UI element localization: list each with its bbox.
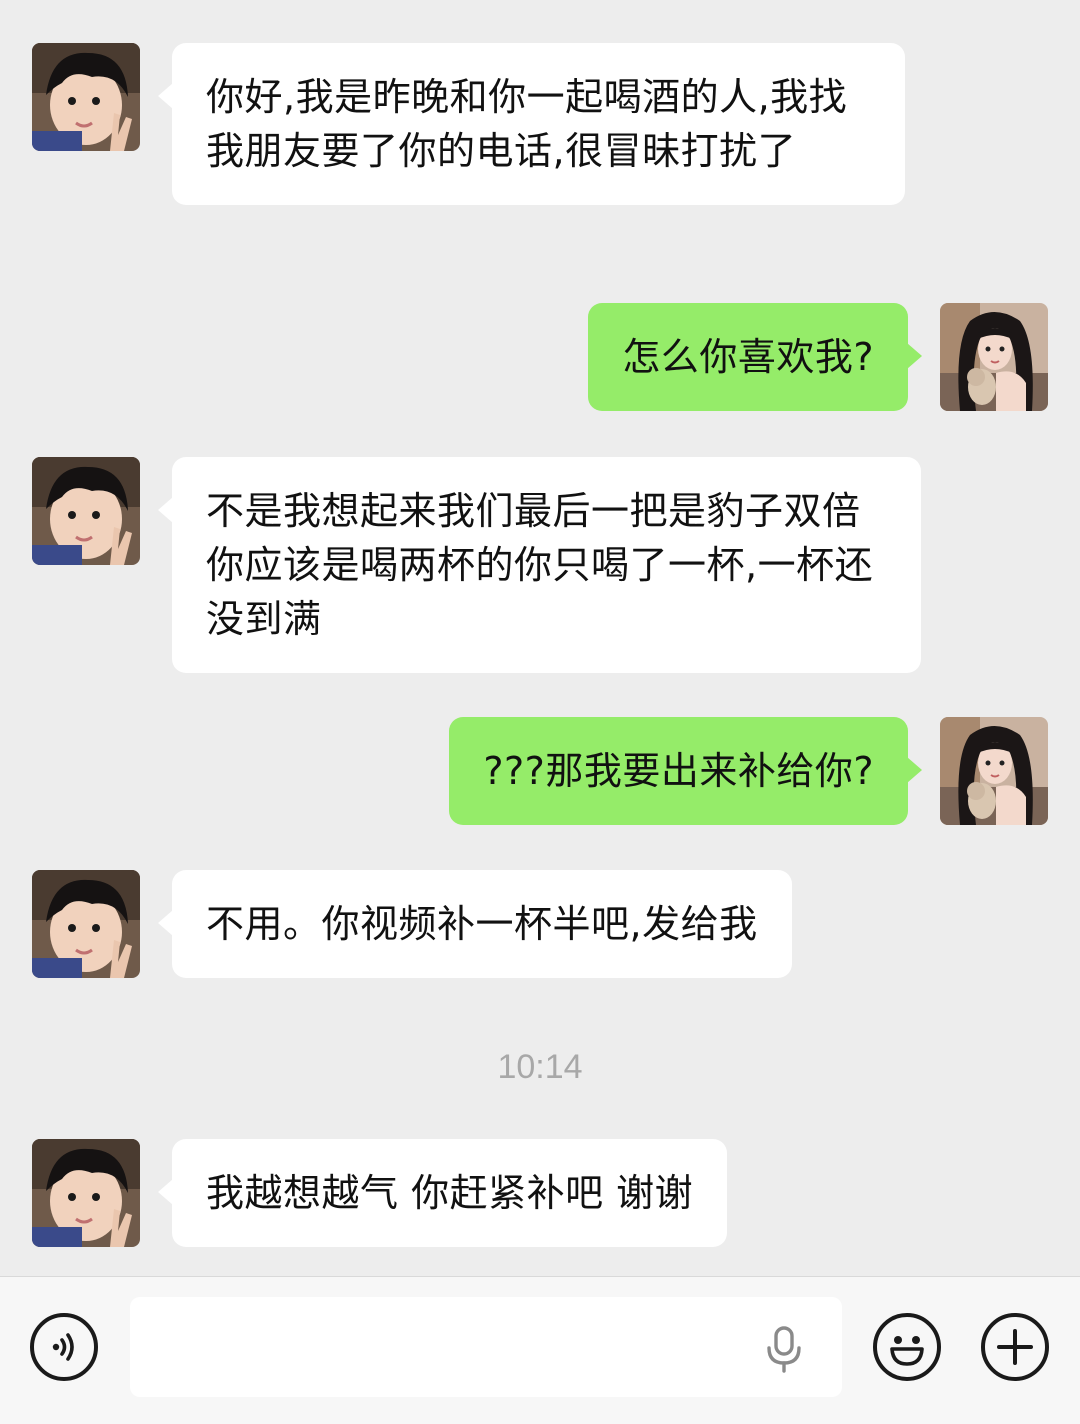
voice-mode-button[interactable] (30, 1313, 98, 1381)
message-text: 不用。你视频补一杯半吧,发给我 (206, 902, 758, 946)
more-options-button[interactable] (981, 1313, 1049, 1381)
message-text: 你好,我是昨晚和你一起喝酒的人,我找我朋友要了你的电话,很冒昧打扰了 (206, 75, 848, 173)
message-text: 不是我想起来我们最后一把是豹子双倍你应该是喝两杯的你只喝了一杯,一杯还没到满 (206, 489, 874, 641)
emoji-icon (890, 1336, 924, 1366)
incoming-message-bubble[interactable]: 不是我想起来我们最后一把是豹子双倍你应该是喝两杯的你只喝了一杯,一杯还没到满 (158, 457, 921, 673)
contact-avatar[interactable] (32, 457, 140, 565)
outgoing-message-bubble[interactable]: 怎么你喜欢我? (588, 303, 922, 411)
chat-area[interactable]: 你好,我是昨晚和你一起喝酒的人,我找我朋友要了你的电话,很冒昧打扰了 怎么你喜欢… (0, 0, 1080, 1276)
plus-icon (997, 1329, 1033, 1365)
voice-icon (52, 1333, 74, 1361)
incoming-message-bubble[interactable]: 不用。你视频补一杯半吧,发给我 (158, 870, 792, 978)
self-avatar[interactable] (940, 303, 1048, 411)
input-bar (0, 1276, 1080, 1424)
message-text: ???那我要出来补给你? (483, 749, 874, 793)
message-text: 我越想越气 你赶紧补吧 谢谢 (206, 1171, 694, 1215)
contact-avatar[interactable] (32, 870, 140, 978)
incoming-message-bubble[interactable]: 我越想越气 你赶紧补吧 谢谢 (157, 1139, 728, 1247)
message-input[interactable] (130, 1297, 842, 1397)
incoming-message-bubble[interactable]: 你好,我是昨晚和你一起喝酒的人,我找我朋友要了你的电话,很冒昧打扰了 (158, 43, 905, 205)
contact-avatar[interactable] (32, 43, 140, 151)
mic-icon[interactable] (760, 1325, 808, 1373)
self-avatar[interactable] (940, 717, 1048, 825)
message-timestamp: 10:14 (497, 1048, 583, 1086)
message-text: 怎么你喜欢我? (622, 335, 874, 379)
contact-avatar[interactable] (32, 1139, 140, 1247)
emoji-button[interactable] (873, 1313, 941, 1381)
outgoing-message-bubble[interactable]: ???那我要出来补给你? (449, 717, 922, 825)
